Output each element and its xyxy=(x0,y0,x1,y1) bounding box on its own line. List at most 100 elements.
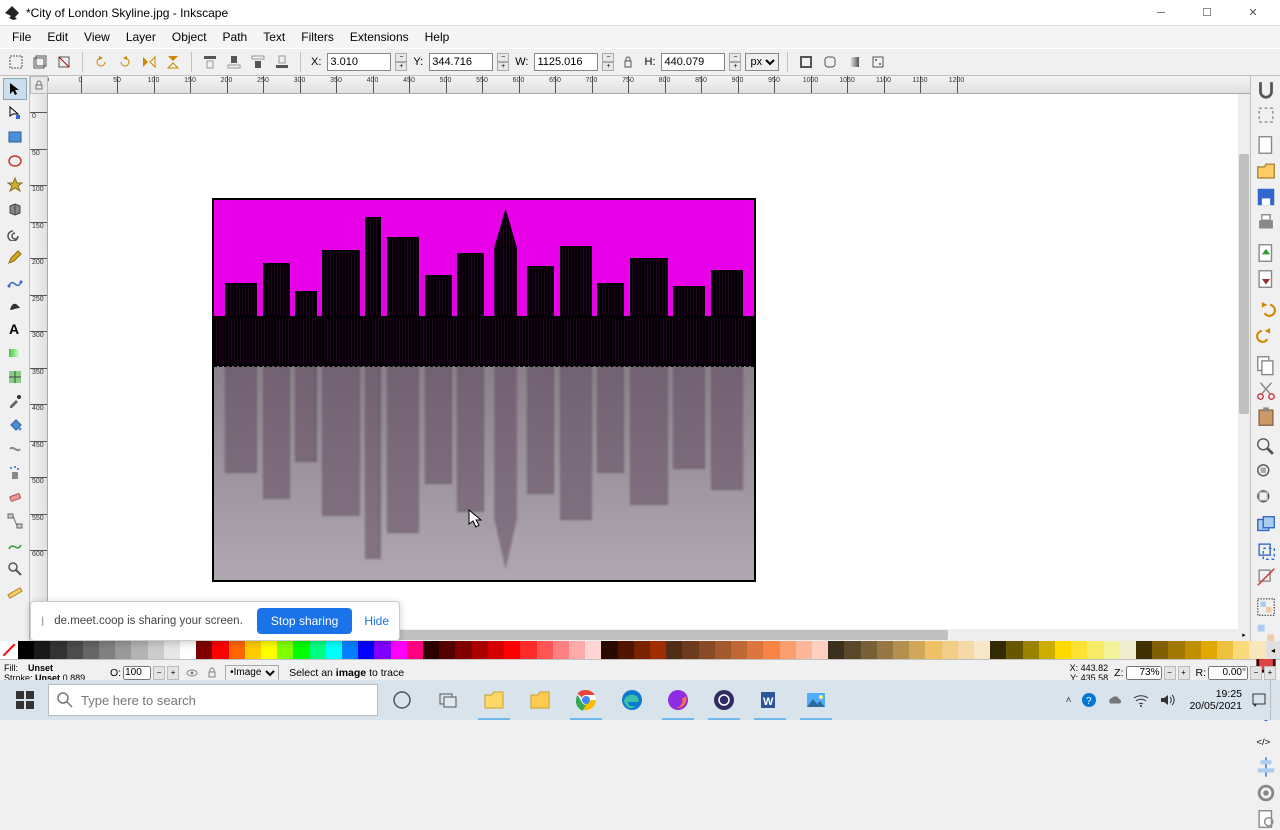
color-swatch[interactable] xyxy=(1136,641,1152,659)
maximize-button[interactable]: ☐ xyxy=(1184,0,1230,26)
color-swatch[interactable] xyxy=(196,641,212,659)
pencil-tool[interactable] xyxy=(3,246,27,268)
volume-icon[interactable] xyxy=(1159,692,1175,708)
menu-text[interactable]: Text xyxy=(255,28,293,46)
cortana-button[interactable] xyxy=(380,680,424,720)
app-edge[interactable] xyxy=(610,680,654,720)
cut-button[interactable] xyxy=(1254,380,1278,402)
zoom-page-button[interactable] xyxy=(1254,488,1278,510)
opacity-inc[interactable]: + xyxy=(167,666,179,680)
zoom-inc[interactable]: + xyxy=(1178,666,1190,680)
color-swatch[interactable] xyxy=(83,641,99,659)
lower-bottom-button[interactable] xyxy=(272,52,292,72)
color-swatch[interactable] xyxy=(909,641,925,659)
color-swatch[interactable] xyxy=(990,641,1006,659)
menu-view[interactable]: View xyxy=(76,28,118,46)
color-swatch[interactable] xyxy=(407,641,423,659)
flip-vertical-button[interactable] xyxy=(163,52,183,72)
unlink-clone-button[interactable] xyxy=(1254,566,1278,588)
color-swatch[interactable] xyxy=(472,641,488,659)
app-file-explorer[interactable] xyxy=(472,680,516,720)
color-swatch[interactable] xyxy=(861,641,877,659)
color-swatch[interactable] xyxy=(974,641,990,659)
stop-sharing-button[interactable]: Stop sharing xyxy=(257,608,352,634)
color-swatch[interactable] xyxy=(1023,641,1039,659)
color-swatch[interactable] xyxy=(1055,641,1071,659)
menu-extensions[interactable]: Extensions xyxy=(342,28,417,46)
y-input[interactable] xyxy=(429,53,493,71)
opacity-input[interactable] xyxy=(123,666,151,680)
y-dec[interactable]: − xyxy=(497,53,509,62)
x-input[interactable] xyxy=(327,53,391,71)
color-swatch[interactable] xyxy=(877,641,893,659)
color-swatch[interactable] xyxy=(261,641,277,659)
w-dec[interactable]: − xyxy=(602,53,614,62)
deselect-button[interactable] xyxy=(54,52,74,72)
color-swatch[interactable] xyxy=(828,641,844,659)
ruler-horizontal[interactable]: -250-200-150-100-50050100150200250300350… xyxy=(48,76,1250,94)
calligraphy-tool[interactable] xyxy=(3,294,27,316)
color-swatch[interactable] xyxy=(1006,641,1022,659)
paint-bucket-tool[interactable] xyxy=(3,414,27,436)
bezier-tool[interactable] xyxy=(3,270,27,292)
snap-bbox[interactable] xyxy=(1254,104,1278,126)
duplicate-button[interactable] xyxy=(1254,514,1278,536)
taskbar-search[interactable]: Type here to search xyxy=(48,684,378,716)
h-input[interactable] xyxy=(661,53,725,71)
color-swatch[interactable] xyxy=(455,641,471,659)
color-swatch[interactable] xyxy=(1201,641,1217,659)
color-swatch[interactable] xyxy=(212,641,228,659)
color-swatch[interactable] xyxy=(131,641,147,659)
wifi-icon[interactable] xyxy=(1133,692,1149,708)
color-swatch[interactable] xyxy=(796,641,812,659)
new-doc-button[interactable] xyxy=(1254,134,1278,156)
hide-sharing-button[interactable]: Hide xyxy=(364,614,389,628)
zoom-tool[interactable] xyxy=(3,558,27,580)
color-swatch[interactable] xyxy=(148,641,164,659)
move-patterns-toggle[interactable] xyxy=(868,52,888,72)
color-swatch[interactable] xyxy=(553,641,569,659)
color-swatch[interactable] xyxy=(1071,641,1087,659)
menu-path[interactable]: Path xyxy=(215,28,256,46)
unit-select[interactable]: px xyxy=(745,53,779,71)
y-inc[interactable]: + xyxy=(497,62,509,71)
zoom-dec[interactable]: − xyxy=(1164,666,1176,680)
color-swatch[interactable] xyxy=(18,641,34,659)
opacity-dec[interactable]: − xyxy=(153,666,165,680)
spiral-tool[interactable] xyxy=(3,222,27,244)
color-swatch[interactable] xyxy=(358,641,374,659)
connector-tool[interactable] xyxy=(3,510,27,532)
text-tool[interactable]: A xyxy=(3,318,27,340)
xml-dialog-button[interactable]: </> xyxy=(1254,730,1278,752)
zoom-selection-button[interactable] xyxy=(1254,436,1278,458)
move-gradients-toggle[interactable] xyxy=(844,52,864,72)
color-swatch[interactable] xyxy=(844,641,860,659)
color-swatch[interactable] xyxy=(731,641,747,659)
color-swatch[interactable] xyxy=(682,641,698,659)
menu-file[interactable]: File xyxy=(4,28,39,46)
color-swatch[interactable] xyxy=(504,641,520,659)
color-swatch[interactable] xyxy=(699,641,715,659)
select-all-layers-button[interactable] xyxy=(30,52,50,72)
menu-filters[interactable]: Filters xyxy=(293,28,342,46)
layer-select[interactable]: •Image xyxy=(225,665,279,681)
color-swatch[interactable] xyxy=(763,641,779,659)
redo-button[interactable] xyxy=(1254,324,1278,346)
eraser-tool[interactable] xyxy=(3,486,27,508)
scale-corners-toggle[interactable] xyxy=(820,52,840,72)
system-tray[interactable]: ˄ ? xyxy=(1060,692,1182,708)
group-button[interactable] xyxy=(1254,596,1278,618)
gradient-tool[interactable] xyxy=(3,342,27,364)
app-chrome[interactable] xyxy=(564,680,608,720)
star-tool[interactable] xyxy=(3,174,27,196)
palette-menu-button[interactable]: ◂ xyxy=(1266,641,1280,659)
notifications-icon[interactable] xyxy=(1250,691,1268,709)
color-swatch[interactable] xyxy=(50,641,66,659)
color-swatch[interactable] xyxy=(1168,641,1184,659)
w-inc[interactable]: + xyxy=(602,62,614,71)
color-swatch[interactable] xyxy=(650,641,666,659)
image-object[interactable] xyxy=(212,198,756,582)
ellipse-tool[interactable] xyxy=(3,150,27,172)
doc-prefs-button[interactable] xyxy=(1254,808,1278,830)
color-swatch[interactable] xyxy=(1039,641,1055,659)
